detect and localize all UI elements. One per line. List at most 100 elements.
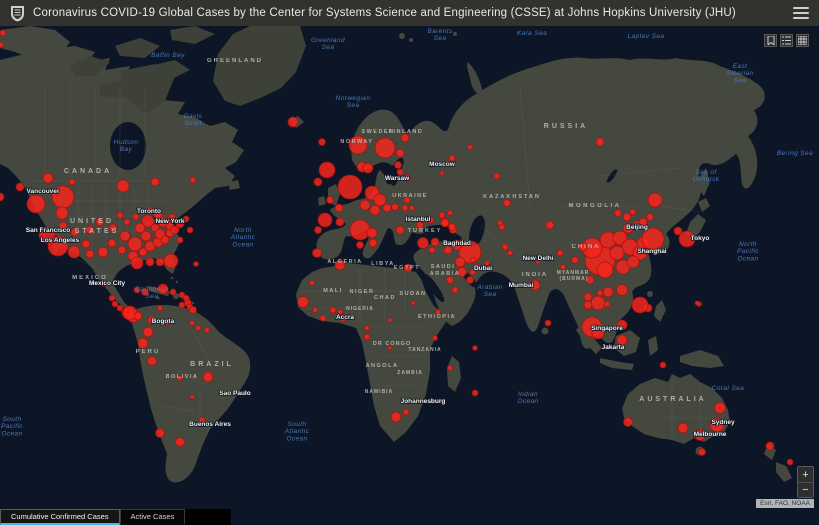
case-bubble[interactable] — [313, 308, 318, 313]
case-bubble[interactable] — [190, 307, 197, 314]
case-bubble[interactable] — [131, 257, 143, 269]
case-bubble[interactable] — [787, 459, 793, 465]
case-bubble[interactable] — [449, 224, 456, 231]
case-bubble[interactable] — [610, 246, 624, 260]
case-bubble[interactable] — [448, 366, 453, 371]
case-bubble[interactable] — [16, 183, 24, 191]
case-bubble[interactable] — [288, 117, 298, 127]
case-bubble[interactable] — [108, 239, 116, 247]
case-bubble[interactable] — [615, 210, 622, 217]
legend-icon[interactable] — [780, 34, 793, 47]
case-bubble[interactable] — [448, 211, 453, 216]
case-bubble[interactable] — [647, 214, 654, 221]
case-bubble[interactable] — [452, 287, 458, 293]
case-bubble[interactable] — [502, 244, 508, 250]
case-bubble[interactable] — [151, 178, 159, 186]
case-bubble[interactable] — [617, 285, 628, 296]
case-bubble[interactable] — [584, 293, 592, 301]
case-bubble[interactable] — [330, 307, 336, 313]
case-bubble[interactable] — [365, 326, 370, 331]
case-bubble[interactable] — [473, 346, 478, 351]
case-bubble[interactable] — [648, 193, 662, 207]
case-bubble[interactable] — [695, 301, 699, 305]
case-bubble[interactable] — [411, 301, 415, 305]
case-bubble[interactable] — [455, 257, 465, 267]
case-bubble[interactable] — [630, 209, 636, 215]
tab-active-cases[interactable]: Active Cases — [120, 509, 186, 525]
case-bubble[interactable] — [338, 175, 362, 199]
case-bubble[interactable] — [468, 145, 473, 150]
case-bubble[interactable] — [318, 213, 332, 227]
case-bubble[interactable] — [146, 258, 154, 266]
case-bubble[interactable] — [699, 449, 706, 456]
case-bubble[interactable] — [410, 206, 415, 211]
hamburger-menu-icon[interactable] — [793, 7, 809, 19]
case-bubble[interactable] — [596, 138, 604, 146]
case-bubble[interactable] — [298, 297, 309, 308]
case-bubble[interactable] — [467, 277, 474, 284]
case-bubble[interactable] — [187, 227, 193, 233]
case-bubble[interactable] — [367, 228, 377, 238]
case-bubble[interactable] — [395, 162, 402, 169]
case-bubble[interactable] — [319, 139, 326, 146]
case-bubble[interactable] — [678, 423, 688, 433]
case-bubble[interactable] — [335, 204, 343, 212]
case-bubble[interactable] — [391, 412, 401, 422]
case-bubble[interactable] — [508, 251, 513, 256]
case-bubble[interactable] — [314, 178, 322, 186]
case-bubble[interactable] — [627, 256, 639, 268]
case-bubble[interactable] — [69, 179, 75, 185]
case-bubble[interactable] — [766, 442, 774, 450]
case-bubble[interactable] — [196, 326, 201, 331]
case-bubble[interactable] — [319, 162, 335, 178]
case-bubble[interactable] — [148, 357, 157, 366]
case-bubble[interactable] — [623, 213, 631, 221]
case-bubble[interactable] — [674, 227, 682, 235]
case-bubble[interactable] — [591, 296, 605, 310]
case-bubble[interactable] — [440, 171, 444, 175]
case-bubble[interactable] — [545, 320, 551, 326]
case-bubble[interactable] — [179, 302, 185, 308]
case-bubble[interactable] — [336, 218, 344, 226]
case-bubble[interactable] — [418, 238, 429, 249]
case-bubble[interactable] — [124, 219, 130, 225]
case-bubble[interactable] — [624, 418, 633, 427]
case-bubble[interactable] — [117, 212, 123, 218]
case-bubble[interactable] — [561, 265, 566, 270]
case-bubble[interactable] — [68, 246, 80, 258]
case-bubble[interactable] — [164, 254, 178, 268]
case-bubble[interactable] — [396, 226, 404, 234]
case-bubble[interactable] — [396, 149, 404, 157]
case-bubble[interactable] — [170, 289, 176, 295]
case-bubble[interactable] — [310, 281, 315, 286]
case-bubble[interactable] — [572, 257, 579, 264]
case-bubble[interactable] — [112, 301, 118, 307]
case-bubble[interactable] — [86, 250, 94, 258]
case-bubble[interactable] — [439, 212, 445, 218]
case-bubble[interactable] — [369, 239, 377, 247]
case-bubble[interactable] — [660, 362, 666, 368]
case-bubble[interactable] — [158, 306, 163, 311]
case-bubble[interactable] — [190, 395, 194, 399]
case-bubble[interactable] — [134, 312, 142, 320]
case-bubble[interactable] — [447, 277, 454, 284]
case-bubble[interactable] — [364, 334, 370, 340]
case-bubble[interactable] — [642, 228, 664, 250]
case-bubble[interactable] — [320, 315, 326, 321]
bookmark-icon[interactable] — [764, 34, 777, 47]
case-bubble[interactable] — [494, 173, 500, 179]
case-bubble[interactable] — [82, 240, 90, 248]
case-bubble[interactable] — [313, 249, 322, 258]
case-bubble[interactable] — [471, 258, 476, 263]
case-bubble[interactable] — [205, 328, 210, 333]
case-bubble[interactable] — [375, 138, 395, 158]
case-bubble[interactable] — [403, 409, 409, 415]
case-bubble[interactable] — [370, 205, 380, 215]
case-bubble[interactable] — [546, 221, 554, 229]
zoom-in-button[interactable]: + — [798, 467, 813, 482]
case-bubble[interactable] — [327, 197, 334, 204]
case-bubble[interactable] — [350, 220, 370, 240]
case-bubble[interactable] — [392, 204, 399, 211]
case-bubble[interactable] — [597, 262, 613, 278]
world-map[interactable]: Baffin BayDavisStraitHudsonBayGreenlandS… — [0, 26, 819, 525]
